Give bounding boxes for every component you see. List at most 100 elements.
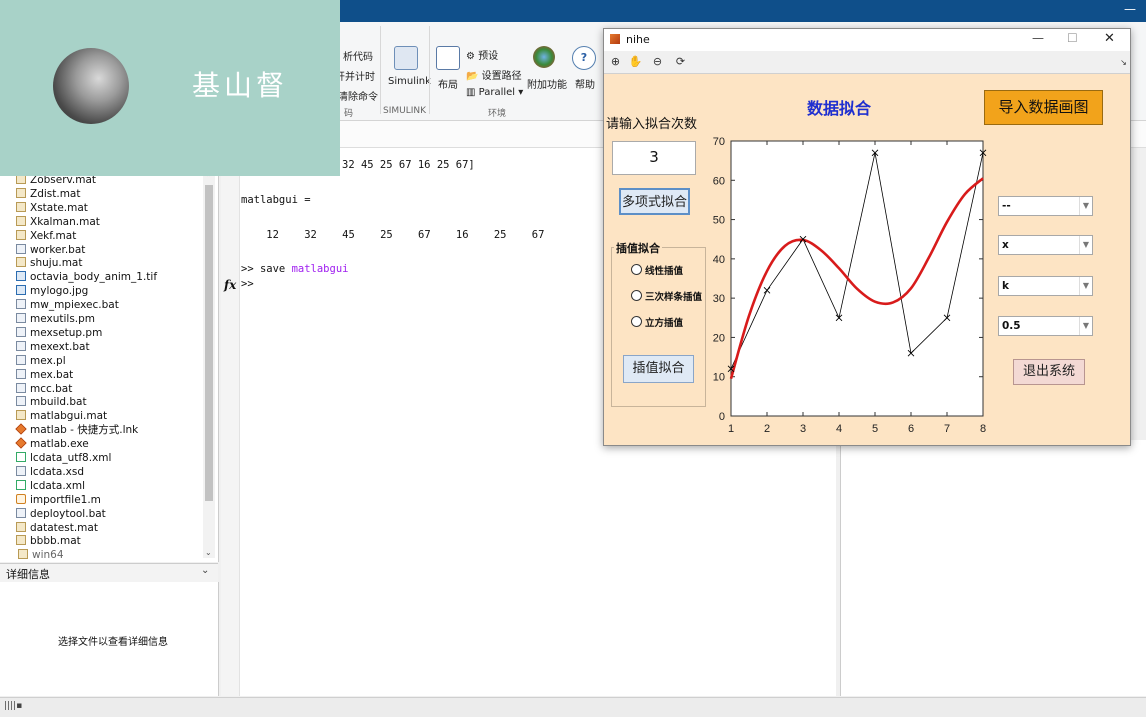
file-list-item[interactable]: mcc.bat	[16, 382, 72, 396]
radio-button-icon[interactable]	[631, 290, 642, 301]
file-list-item[interactable]: deploytool.bat	[16, 507, 106, 521]
file-name: datatest.mat	[30, 521, 98, 534]
layout-icon[interactable]	[436, 46, 460, 70]
file-name: lcdata_utf8.xml	[30, 452, 112, 464]
file-list-item[interactable]: Xkalman.mat	[16, 215, 100, 229]
import-data-button[interactable]: 导入数据画图	[984, 90, 1103, 125]
file-name: win64	[32, 549, 64, 562]
file-list-item[interactable]: lcdata.xml	[16, 479, 85, 493]
maximize-button[interactable]: ☐	[1067, 31, 1078, 45]
file-list-item[interactable]: bbbb.mat	[16, 534, 81, 548]
file-list-item[interactable]: matlabgui.mat	[16, 409, 107, 423]
marker-value: x	[1002, 239, 1009, 251]
marker-select[interactable]: x ▼	[998, 235, 1093, 255]
line-style-select[interactable]: -- ▼	[998, 196, 1093, 216]
webcam-overlay: 基山督	[0, 0, 340, 176]
ribbon-code-clear[interactable]: 清除命令	[338, 88, 378, 103]
file-list-item[interactable]: mexutils.pm	[16, 312, 95, 326]
file-list-item[interactable]: lcdata_utf8.xml	[16, 451, 111, 465]
radio-spline-label: 三次样条插值	[645, 292, 703, 303]
preset-button[interactable]: ⚙ 预设	[466, 47, 498, 62]
color-select[interactable]: k ▼	[998, 276, 1093, 296]
radio-cubic-label: 立方插值	[645, 318, 684, 329]
order-input[interactable]: 3	[612, 141, 696, 175]
radio-button-icon[interactable]	[631, 316, 642, 327]
file-name: matlab - 快捷方式.lnk	[30, 424, 139, 437]
file-list-item[interactable]: mexsetup.pm	[16, 326, 102, 340]
pan-icon[interactable]: ✋	[628, 54, 643, 69]
interp-fit-button[interactable]: 插值拟合	[623, 355, 694, 383]
zoom-out-icon[interactable]: ⊖	[650, 54, 665, 69]
file-list-item[interactable]: mexext.bat	[16, 340, 90, 354]
file-icon	[16, 493, 26, 504]
ribbon-code-timing[interactable]: 开并计时	[335, 68, 375, 83]
poly-fit-button[interactable]: 多项式拟合	[619, 188, 690, 215]
command-prompt[interactable]: >>	[241, 278, 254, 290]
chevron-down-icon[interactable]: ▼	[1079, 236, 1092, 254]
layout-button[interactable]: 布局	[438, 76, 458, 91]
file-list-item[interactable]: mylogo.jpg	[16, 284, 88, 298]
radio-spline[interactable]: 三次样条插值	[631, 289, 702, 303]
file-list-item[interactable]: lcdata.xsd	[16, 465, 84, 479]
chevron-down-icon[interactable]: ▼	[1079, 317, 1092, 335]
file-list-item[interactable]: win64	[18, 548, 64, 562]
addons-icon[interactable]	[533, 46, 555, 68]
order-label: 请输入拟合次数	[606, 117, 698, 132]
details-header[interactable]: 详细信息 ⌄	[0, 563, 218, 583]
rotate-icon[interactable]: ⟳	[673, 54, 688, 69]
current-folder-panel: Zobserv.mat Zdist.mat Xstate.mat Xkalman.ma…	[0, 148, 219, 562]
chevron-down-icon[interactable]: ▼	[1079, 277, 1092, 295]
file-list-item[interactable]: Xekf.mat	[16, 229, 76, 243]
function-browser-icon[interactable]: fx	[224, 278, 236, 292]
file-icon	[16, 396, 26, 407]
file-list-item[interactable]: worker.bat	[16, 243, 85, 257]
scroll-down-icon[interactable]: ⌄	[205, 548, 212, 557]
file-list-item[interactable]: octavia_body_anim_1.tif	[16, 270, 157, 284]
help-icon[interactable]: ?	[572, 46, 596, 70]
file-list-item[interactable]: importfile1.m	[16, 493, 101, 507]
addons-button[interactable]: 附加功能	[527, 76, 567, 91]
matlab-window-controls[interactable]: —	[1124, 2, 1136, 16]
file-list-item[interactable]: Xstate.mat	[16, 201, 88, 215]
zoom-in-icon[interactable]: ⊕	[608, 54, 623, 69]
exit-button[interactable]: 退出系统	[1013, 359, 1085, 385]
radio-cubic[interactable]: 立方插值	[631, 315, 683, 329]
file-list-item[interactable]: mbuild.bat	[16, 395, 87, 409]
y-tick-label: 10	[713, 372, 725, 384]
linewidth-select[interactable]: 0.5 ▼	[998, 316, 1093, 336]
setpath-button[interactable]: 📂 设置路径	[466, 67, 522, 82]
radio-button-icon[interactable]	[631, 264, 642, 275]
preset-label: 预设	[478, 51, 499, 62]
ribbon-separator	[429, 26, 430, 114]
file-list-item[interactable]: matlab.exe	[15, 437, 89, 451]
file-list-scrollthumb[interactable]	[205, 185, 213, 501]
help-button[interactable]: 帮助	[575, 76, 595, 91]
minimize-button[interactable]: —	[1032, 31, 1044, 45]
file-list-item[interactable]: mw_mpiexec.bat	[16, 298, 119, 312]
figure-window: nihe — ☐ ✕ ⊕ ✋ ⊖ ⟳ ↘ 请输入拟合次数 3 多项式拟合 插值拟…	[603, 28, 1131, 446]
close-button[interactable]: ✕	[1104, 31, 1115, 46]
interp-group-label: 插值拟合	[614, 240, 662, 256]
command-output-line: 32 45 25 67 16 25 67]	[342, 159, 475, 171]
status-indicator-icon: ||||▪	[4, 701, 23, 711]
ribbon-code-analyze[interactable]: 析代码	[343, 48, 373, 63]
simulink-icon[interactable]	[394, 46, 418, 70]
file-list-item[interactable]: mex.pl	[16, 354, 66, 368]
file-list-item[interactable]: mex.bat	[16, 368, 73, 382]
workspace-panel	[840, 440, 1146, 696]
radio-linear[interactable]: 线性插值	[631, 263, 683, 277]
parallel-button[interactable]: ▥ Parallel ▾	[466, 87, 523, 98]
y-tick-label: 30	[713, 293, 725, 305]
chevron-down-icon[interactable]: ⌄	[201, 565, 209, 576]
file-list-item[interactable]: datatest.mat	[16, 521, 98, 535]
toolbar-expand-icon[interactable]: ↘	[1116, 55, 1131, 70]
file-list-item[interactable]: shuju.mat	[16, 256, 82, 270]
file-icon	[16, 201, 26, 212]
simulink-button[interactable]: Simulink	[388, 76, 431, 87]
chevron-down-icon[interactable]: ▼	[1079, 197, 1092, 215]
file-icon	[15, 437, 27, 449]
file-list-item[interactable]: matlab - 快捷方式.lnk	[15, 423, 139, 437]
y-tick-label: 0	[719, 411, 725, 423]
file-list-item[interactable]: Zdist.mat	[16, 187, 80, 201]
command-text: >> save	[241, 263, 292, 275]
